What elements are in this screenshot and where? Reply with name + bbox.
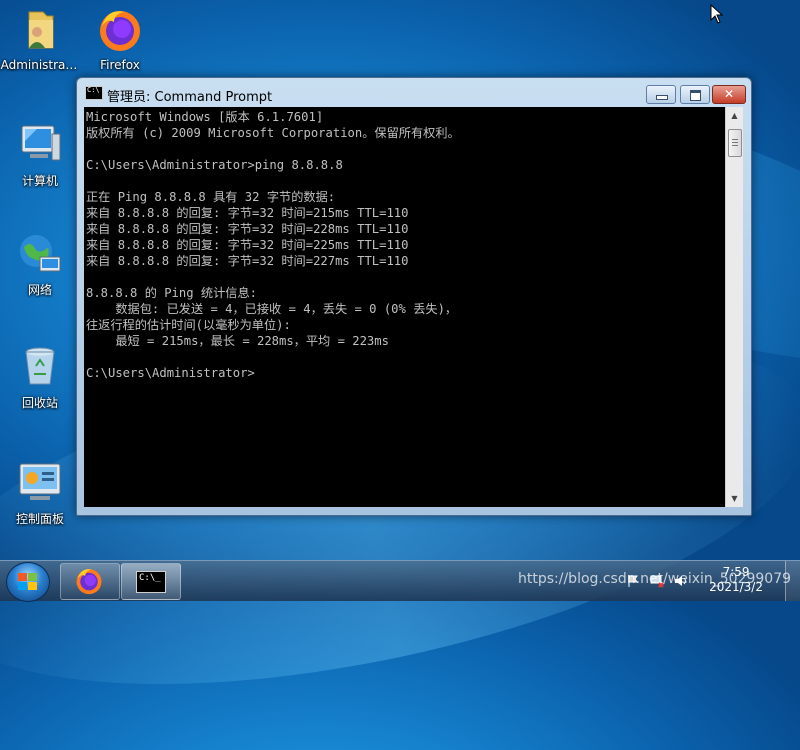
console-line: 来自 8.8.8.8 的回复: 字节=32 时间=227ms TTL=110 [86,254,409,268]
desktop-icon-control-panel[interactable]: 控制面板 [1,458,79,527]
watermark: https://blog.csdn.net/weixin_50299079 [518,571,792,587]
desktop-icon-recycle-bin[interactable]: 回收站 [1,342,79,411]
console-line: Microsoft Windows [版本 6.1.7601] [86,110,324,124]
network-icon [16,229,64,277]
console-line: 8.8.8.8 的 Ping 统计信息: [86,286,257,300]
control-panel-icon [16,458,64,506]
console-line: 版权所有 (c) 2009 Microsoft Corporation。保留所有… [86,126,460,140]
scroll-up-icon[interactable]: ▲ [726,107,743,124]
cmd-icon: C:\_ [136,571,166,593]
desktop-icon-label: 网络 [27,283,52,297]
console-line: 数据包: 已发送 = 4，已接收 = 4，丢失 = 0 (0% 丢失)， [86,302,458,316]
desktop-icon-label: 控制面板 [15,512,64,526]
taskbar-firefox[interactable] [60,563,120,600]
console-line: C:\Users\Administrator>ping 8.8.8.8 [86,158,343,172]
user-folder-icon [15,6,63,54]
command-prompt-window[interactable]: 管理员: Command Prompt ✕ Microsoft Windows … [76,77,752,516]
desktop-icon-computer[interactable]: 计算机 [1,120,79,189]
desktop-icon-label: 回收站 [21,396,58,410]
cmd-icon [85,86,103,100]
computer-icon [16,120,64,168]
console-line: 最短 = 215ms，最长 = 228ms，平均 = 223ms [86,334,389,348]
console-line: 来自 8.8.8.8 的回复: 字节=32 时间=228ms TTL=110 [86,222,409,236]
close-button[interactable]: ✕ [712,85,746,104]
desktop-icon-label: Firefox [100,58,140,72]
recycle-bin-icon [16,342,64,390]
desktop-icon-label: 计算机 [21,174,58,188]
desktop-icon-network[interactable]: 网络 [1,229,79,298]
scroll-down-icon[interactable]: ▼ [726,490,743,507]
mouse-cursor-icon [710,4,724,24]
firefox-icon [76,569,102,595]
close-icon: ✕ [723,87,735,101]
window-title: 管理员: Command Prompt [107,90,273,105]
console-line: 正在 Ping 8.8.8.8 具有 32 字节的数据: [86,190,336,204]
console-line: C:\Users\Administrator> [86,366,255,380]
maximize-button[interactable] [680,85,710,104]
start-button[interactable] [6,562,50,602]
desktop-icon-label: Administra… [0,58,78,72]
windows-logo-icon [18,573,38,591]
taskbar-command-prompt[interactable]: C:\_ [121,563,181,600]
scroll-thumb[interactable] [728,129,742,157]
window-titlebar[interactable]: 管理员: Command Prompt ✕ [77,78,751,105]
console-line: 往返行程的估计时间(以毫秒为单位): [86,318,291,332]
minimize-button[interactable] [646,85,676,104]
desktop-icon-administrator[interactable]: Administra… [0,6,78,72]
console-line: 来自 8.8.8.8 的回复: 字节=32 时间=225ms TTL=110 [86,238,409,252]
desktop-icon-firefox[interactable]: Firefox [81,6,159,72]
firefox-icon [96,6,144,54]
console-output[interactable]: Microsoft Windows [版本 6.1.7601] 版权所有 (c) … [84,107,725,507]
vertical-scrollbar[interactable]: ▲ ▼ [725,107,743,507]
console-line: 来自 8.8.8.8 的回复: 字节=32 时间=215ms TTL=110 [86,206,409,220]
